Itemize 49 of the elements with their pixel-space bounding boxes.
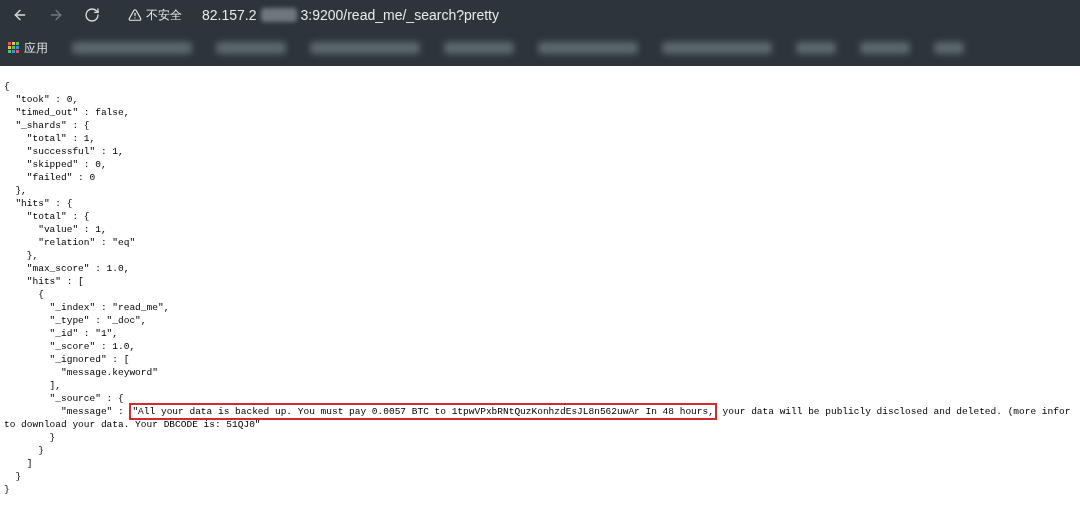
json-line: "successful" : 1, [25, 145, 124, 158]
json-line: "_id" : "1", [48, 327, 119, 340]
json-line: { [4, 80, 10, 93]
json-line: to download your data. Your DBCODE is: 51QJ0" [4, 418, 261, 431]
redaction-blur [260, 8, 297, 22]
back-icon[interactable] [12, 7, 28, 23]
blurred-bookmark [796, 42, 836, 54]
blurred-bookmark [934, 42, 964, 54]
json-line: { [37, 288, 44, 301]
json-line: "hits" : [ [25, 275, 84, 288]
json-line: } [37, 444, 44, 457]
json-line: "total" : 1, [25, 132, 96, 145]
json-line: "took" : 0, [14, 93, 79, 106]
json-line: your data will be publicly disclosed and deleted. (more infor [721, 405, 1071, 418]
json-line: "_shards" : { [14, 119, 90, 132]
json-line: "_source" : { [48, 392, 124, 405]
json-line: }, [25, 249, 39, 262]
security-label: 不安全 [146, 7, 182, 24]
blurred-bookmark [860, 42, 910, 54]
json-line: "_type" : "_doc", [48, 314, 147, 327]
json-line: "value" : 1, [37, 223, 107, 236]
blurred-bookmark [216, 42, 286, 54]
forward-icon[interactable] [48, 7, 64, 23]
highlighted-message: "All your data is backed up. You must pay 0.0057 BTC to 1tpwVPxbRNtQuzKonhzdEsJL8n562uwAr In 48 hours, [129, 403, 717, 420]
json-line: "_index" : "read_me", [48, 301, 170, 314]
reload-icon[interactable] [84, 7, 100, 23]
json-line: ], [48, 379, 61, 392]
url-text: 3:9200/read_me/_search?pretty [300, 5, 499, 25]
json-line: "_score" : 1.0, [48, 340, 136, 353]
json-line: "max_score" : 1.0, [25, 262, 130, 275]
json-line: "total" : { [25, 210, 90, 223]
warning-icon [128, 8, 142, 22]
json-line: "failed" : 0 [25, 171, 96, 184]
blurred-bookmark [444, 42, 514, 54]
json-line: "message.keyword" [60, 366, 158, 379]
json-line: } [14, 470, 22, 483]
apps-grid-icon [8, 42, 20, 54]
json-line: "skipped" : 0, [25, 158, 107, 171]
json-line: } [48, 431, 56, 444]
json-line: "message" : [60, 405, 125, 418]
json-line: "_ignored" : [ [48, 353, 130, 366]
apps-button[interactable]: 应用 [8, 39, 48, 57]
json-line: "relation" : "eq" [37, 236, 136, 249]
url-text: 82.157.2 [202, 5, 257, 25]
json-line: ] [25, 457, 33, 470]
json-line: }, [14, 184, 27, 197]
json-line: "hits" : { [14, 197, 73, 210]
json-line: "timed_out" : false, [14, 106, 130, 119]
json-line: } [4, 483, 10, 496]
